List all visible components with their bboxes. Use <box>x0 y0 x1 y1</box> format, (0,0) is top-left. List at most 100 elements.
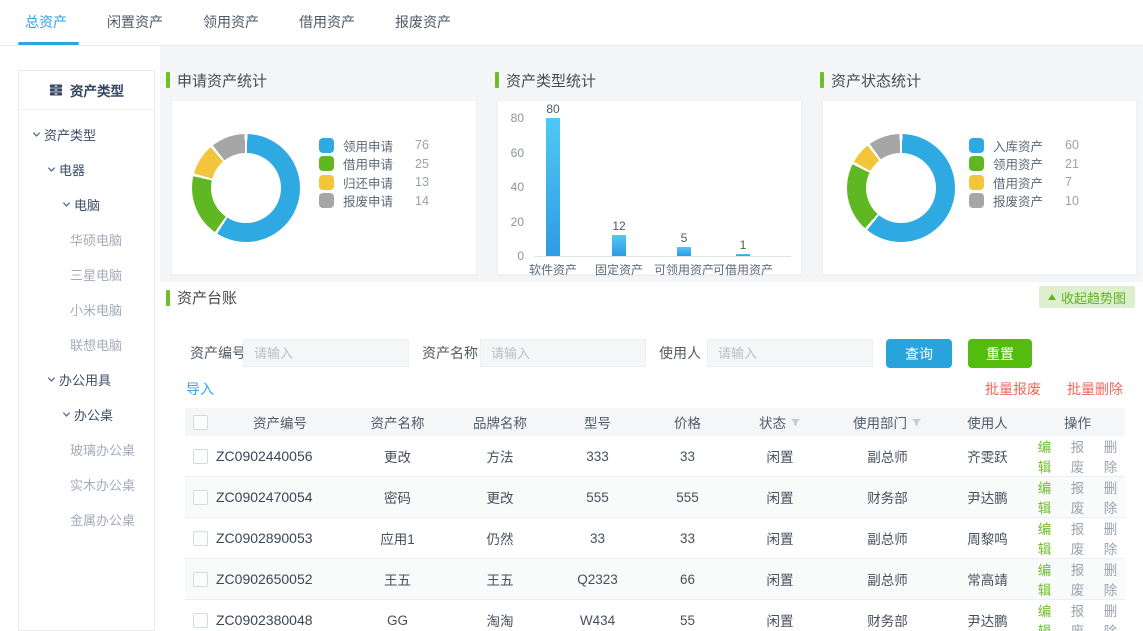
cell-department: 财务部 <box>830 487 945 507</box>
tree-item-label: 金属办公桌 <box>70 510 135 529</box>
edit-link[interactable]: 编辑 <box>1033 559 1056 599</box>
tree-item-10[interactable]: 实木办公桌 <box>19 467 154 502</box>
search-button[interactable]: 查询 <box>886 339 952 368</box>
row-checkbox[interactable] <box>193 449 208 464</box>
status-donut-legend: 入库资产60领用资产21借用资产7报废资产10 <box>969 136 1079 210</box>
y-axis-tick: 40 <box>500 180 524 194</box>
apply-stats-title: 申请资产统计 <box>166 71 267 89</box>
status-stats-title: 资产状态统计 <box>820 71 921 89</box>
reset-button[interactable]: 重置 <box>968 339 1032 368</box>
cell-asset_id: ZC0902470054 <box>215 489 345 505</box>
cell-department: 副总师 <box>830 569 945 589</box>
edit-link[interactable]: 编辑 <box>1033 600 1056 631</box>
cell-price: 33 <box>645 531 730 546</box>
cell-user: 常高靖 <box>945 569 1030 589</box>
tree-item-6[interactable]: 联想电脑 <box>19 327 154 362</box>
category-tree: 资产类型电器电脑华硕电脑三星电脑小米电脑联想电脑办公用具办公桌玻璃办公桌实木办公… <box>19 117 154 537</box>
header-checkbox-cell <box>185 415 215 430</box>
tree-item-8[interactable]: 办公桌 <box>19 397 154 432</box>
collapse-trend-button[interactable]: 收起趋势图 <box>1039 286 1135 308</box>
tree-item-4[interactable]: 三星电脑 <box>19 257 154 292</box>
batch-delete-link[interactable]: 批量删除 <box>1067 379 1123 399</box>
chevron-down-icon <box>62 200 71 209</box>
cell-user: 齐雯跃 <box>945 446 1030 466</box>
cell-name: 王五 <box>345 569 450 589</box>
tab-0[interactable]: 总资产 <box>23 0 69 45</box>
cell-status: 闲置 <box>730 610 830 630</box>
batch-scrap-link[interactable]: 批量报废 <box>985 379 1041 399</box>
tab-4[interactable]: 报废资产 <box>393 0 453 45</box>
bar-value: 12 <box>599 219 639 233</box>
legend-value: 10 <box>1065 194 1079 208</box>
tab-2[interactable]: 领用资产 <box>201 0 261 45</box>
type-stats-card: 02040608080软件资产12固定资产5可领用资产1可借用资产 <box>497 100 802 275</box>
filter-funnel-icon[interactable] <box>790 417 801 428</box>
column-header-2: 品牌名称 <box>450 412 550 432</box>
select-all-checkbox[interactable] <box>193 415 208 430</box>
tree-item-5[interactable]: 小米电脑 <box>19 292 154 327</box>
import-link[interactable]: 导入 <box>186 379 214 399</box>
tree-item-2[interactable]: 电脑 <box>19 187 154 222</box>
column-header-4: 价格 <box>645 412 730 432</box>
tree-item-label: 办公桌 <box>74 405 113 424</box>
cell-brand: 方法 <box>450 446 550 466</box>
user-input[interactable] <box>707 339 873 367</box>
cell-status: 闲置 <box>730 487 830 507</box>
tree-item-3[interactable]: 华硕电脑 <box>19 222 154 257</box>
cell-department: 副总师 <box>830 446 945 466</box>
tree-item-label: 电器 <box>59 160 85 179</box>
column-header-0: 资产编号 <box>215 412 345 432</box>
cell-brand: 更改 <box>450 487 550 507</box>
edit-link[interactable]: 编辑 <box>1033 477 1056 517</box>
cell-status: 闲置 <box>730 446 830 466</box>
tree-item-9[interactable]: 玻璃办公桌 <box>19 432 154 467</box>
scrap-link[interactable]: 报废 <box>1066 518 1089 558</box>
apply-stats-card: 领用申请76借用申请25归还申请13报废申请14 <box>171 100 477 275</box>
tree-item-7[interactable]: 办公用具 <box>19 362 154 397</box>
tree-item-0[interactable]: 资产类型 <box>19 117 154 152</box>
sidebar-title: 资产类型 <box>70 80 124 100</box>
cell-brand: 淘淘 <box>450 610 550 630</box>
legend-item: 领用申请76 <box>319 136 429 155</box>
delete-link[interactable]: 删除 <box>1099 518 1122 558</box>
ledger-title: 资产台账 <box>166 287 237 308</box>
legend-label: 报废资产 <box>993 191 1065 210</box>
delete-link[interactable]: 删除 <box>1099 477 1122 517</box>
delete-link[interactable]: 删除 <box>1099 600 1122 631</box>
row-checkbox[interactable] <box>193 613 208 628</box>
legend-item: 归还申请13 <box>319 173 429 192</box>
asset-table: 资产编号资产名称品牌名称型号价格状态使用部门使用人操作ZC0902440056更… <box>185 408 1125 631</box>
scrap-link[interactable]: 报废 <box>1066 600 1089 631</box>
cell-department: 财务部 <box>830 610 945 630</box>
edit-link[interactable]: 编辑 <box>1033 436 1056 476</box>
filter-funnel-icon[interactable] <box>911 417 922 428</box>
tree-item-label: 联想电脑 <box>70 335 122 354</box>
bar-固定资产 <box>612 235 626 256</box>
tab-1[interactable]: 闲置资产 <box>105 0 165 45</box>
cell-actions: 编辑报废删除 <box>1030 600 1125 631</box>
tree-item-label: 三星电脑 <box>70 265 122 284</box>
tree-item-label: 小米电脑 <box>70 300 122 319</box>
edit-link[interactable]: 编辑 <box>1033 518 1056 558</box>
row-checkbox[interactable] <box>193 531 208 546</box>
scrap-link[interactable]: 报废 <box>1066 436 1089 476</box>
status-stats-card: 入库资产60领用资产21借用资产7报废资产10 <box>822 100 1137 275</box>
tree-item-11[interactable]: 金属办公桌 <box>19 502 154 537</box>
delete-link[interactable]: 删除 <box>1099 436 1122 476</box>
row-checkbox-cell <box>185 572 215 587</box>
delete-link[interactable]: 删除 <box>1099 559 1122 599</box>
row-checkbox[interactable] <box>193 490 208 505</box>
legend-swatch <box>969 175 984 190</box>
asset-name-input[interactable] <box>480 339 646 367</box>
asset-id-input[interactable] <box>243 339 409 367</box>
row-checkbox[interactable] <box>193 572 208 587</box>
scrap-link[interactable]: 报废 <box>1066 559 1089 599</box>
column-header-5: 状态 <box>730 412 830 432</box>
legend-item: 借用申请25 <box>319 155 429 174</box>
scrap-link[interactable]: 报废 <box>1066 477 1089 517</box>
cell-name: 应用1 <box>345 528 450 548</box>
tab-3[interactable]: 借用资产 <box>297 0 357 45</box>
cell-user: 尹达鹏 <box>945 610 1030 630</box>
asset-name-label: 资产名称 <box>422 339 478 367</box>
tree-item-1[interactable]: 电器 <box>19 152 154 187</box>
